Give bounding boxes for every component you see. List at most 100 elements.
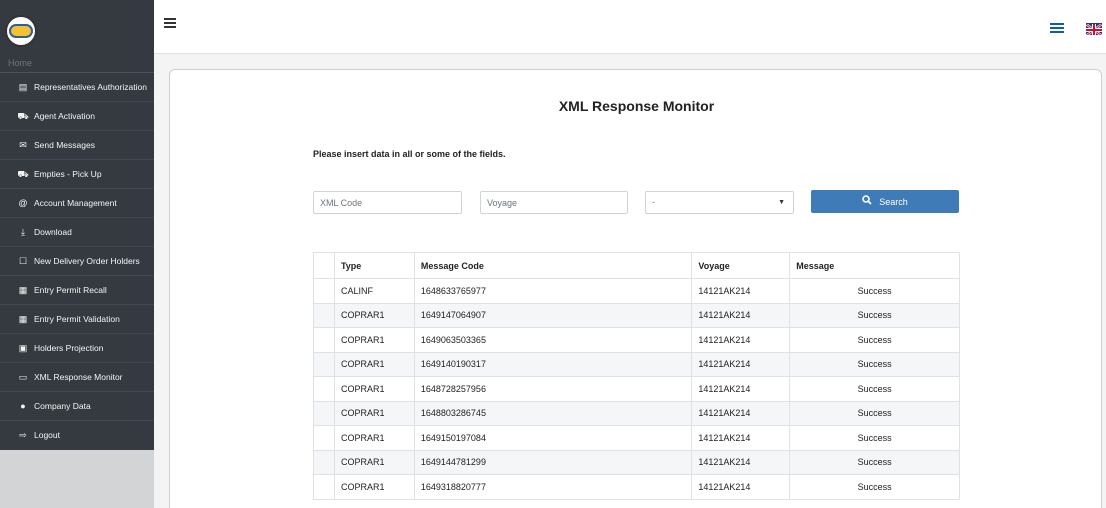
instructions-text: Please insert data in all or some of the…	[313, 149, 506, 159]
table-row[interactable]: COPRAR1 1649063503365 14121AK214 Success	[313, 327, 960, 353]
cell-message: Success	[789, 474, 960, 500]
voyage-input[interactable]	[480, 191, 628, 214]
cell-message: Success	[789, 327, 960, 353]
row-select-cell[interactable]	[313, 302, 335, 328]
gr-flag-icon[interactable]	[1050, 23, 1064, 35]
id-card-icon: ▤	[18, 81, 28, 92]
row-select-cell[interactable]	[313, 474, 335, 500]
table-row[interactable]: COPRAR1 1649144781299 14121AK214 Success	[313, 449, 960, 475]
row-select-cell[interactable]	[313, 351, 335, 377]
cell-message-code: 1649140190317	[413, 351, 693, 377]
h-square-icon: ▣	[18, 342, 28, 353]
type-select-value: -	[652, 197, 655, 207]
sidebar-item-label: Account Management	[34, 198, 117, 208]
cell-type: COPRAR1	[333, 474, 415, 500]
sidebar-item-label: Logout	[34, 430, 60, 440]
xml-code-input[interactable]	[313, 191, 462, 214]
app: Home ▤ Representatives Authorization ⛟ Agen…	[0, 0, 1106, 508]
header-voyage[interactable]: Voyage	[691, 252, 791, 279]
sidebar-item-11[interactable]: ● Company Data	[0, 391, 154, 420]
sidebar-item-3[interactable]: ⛟ Empties - Pick Up	[0, 159, 154, 188]
header-message[interactable]: Message	[789, 252, 960, 279]
truck-icon: ⛟	[17, 168, 29, 179]
sidebar-item-0[interactable]: ▤ Representatives Authorization	[0, 72, 154, 101]
row-select-cell[interactable]	[313, 278, 335, 304]
table-body: CALINF 1648633765977 14121AK214 Success COPR…	[313, 278, 960, 500]
sidebar-item-label: Holders Projection	[34, 343, 104, 353]
caret-down-icon: ▼	[778, 199, 785, 206]
sidebar-item-label: Agent Activation	[34, 111, 95, 121]
cell-voyage: 14121AK214	[691, 376, 791, 402]
table-row[interactable]: COPRAR1 1649147064907 14121AK214 Success	[313, 302, 960, 328]
results-table: Type Message Code Voyage Message CALINF 1…	[313, 252, 960, 500]
sidebar-nav: ▤ Representatives Authorization ⛟ Agent Act…	[0, 72, 154, 449]
sidebar-item-10[interactable]: ▭ XML Response Monitor	[0, 362, 154, 391]
row-select-cell[interactable]	[313, 400, 335, 426]
sidebar-item-4[interactable]: @ Account Management	[0, 188, 154, 217]
page-title: XML Response Monitor	[558, 98, 715, 114]
sidebar-item-label: XML Response Monitor	[34, 372, 123, 382]
sidebar-item-label: Entry Permit Validation	[34, 314, 120, 324]
header-message-code[interactable]: Message Code	[413, 252, 693, 279]
sidebar-item-1[interactable]: ⛟ Agent Activation	[0, 101, 154, 130]
row-select-cell[interactable]	[313, 425, 335, 451]
cell-message-code: 1649150197084	[413, 425, 693, 451]
cell-message: Success	[789, 278, 960, 304]
cell-message-code: 1648728257956	[413, 376, 693, 402]
sidebar-item-label: Representatives Authorization	[34, 82, 147, 92]
search-button[interactable]: Search	[811, 190, 959, 213]
sidebar-item-5[interactable]: ⤓ Download	[0, 217, 154, 246]
table-row[interactable]: COPRAR1 1649140190317 14121AK214 Success	[313, 351, 960, 377]
row-select-cell[interactable]	[313, 327, 335, 353]
sidebar-item-9[interactable]: ▣ Holders Projection	[0, 333, 154, 362]
sidebar-item-2[interactable]: ✉ Send Messages	[0, 130, 154, 159]
sidebar-item-label: Send Messages	[34, 140, 95, 150]
cell-voyage: 14121AK214	[691, 327, 791, 353]
main-card: XML Response Monitor Please insert data …	[169, 69, 1102, 508]
table-row[interactable]: CALINF 1648633765977 14121AK214 Success	[313, 278, 960, 304]
cell-type: COPRAR1	[333, 327, 415, 353]
row-select-cell[interactable]	[313, 376, 335, 402]
cell-message-code: 1648633765977	[413, 278, 693, 304]
type-select[interactable]: - ▼	[645, 191, 794, 214]
table-row[interactable]: COPRAR1 1648728257956 14121AK214 Success	[313, 376, 960, 402]
cell-voyage: 14121AK214	[691, 449, 791, 475]
info-circle-icon: ●	[20, 400, 26, 411]
cell-voyage: 14121AK214	[691, 278, 791, 304]
uk-flag-icon[interactable]	[1086, 23, 1102, 35]
cell-message: Success	[789, 400, 960, 426]
cell-type: COPRAR1	[333, 302, 415, 328]
cell-message-code: 1649147064907	[413, 302, 693, 328]
cell-type: COPRAR1	[333, 449, 415, 475]
home-link[interactable]: Home	[8, 58, 32, 68]
cell-voyage: 14121AK214	[691, 302, 791, 328]
square-icon: ☐	[18, 255, 28, 266]
hamburger-icon[interactable]	[164, 18, 176, 28]
uk-flag-graphic	[1086, 23, 1102, 35]
cell-message-code: 1649318820777	[413, 474, 693, 500]
download-icon: ⤓	[21, 226, 25, 237]
table-row[interactable]: COPRAR1 1649150197084 14121AK214 Success	[313, 425, 960, 451]
row-select-cell[interactable]	[313, 449, 335, 475]
cell-message: Success	[789, 449, 960, 475]
logout-icon: ⇨	[19, 429, 27, 440]
sidebar-item-label: Download	[34, 227, 72, 237]
sidebar-item-8[interactable]: ▦ Entry Permit Validation	[0, 304, 154, 333]
cell-message: Success	[789, 376, 960, 402]
cell-message: Success	[789, 302, 960, 328]
cell-type: COPRAR1	[333, 400, 415, 426]
cell-message-code: 1649144781299	[413, 449, 693, 475]
cell-message-code: 1649063503365	[413, 327, 693, 353]
cell-message-code: 1648803286745	[413, 400, 693, 426]
company-logo[interactable]	[5, 15, 37, 47]
cell-type: COPRAR1	[333, 351, 415, 377]
sidebar-item-7[interactable]: ▦ Entry Permit Recall	[0, 275, 154, 304]
table-row[interactable]: COPRAR1 1649318820777 14121AK214 Success	[313, 474, 960, 500]
sidebar-item-12[interactable]: ⇨ Logout	[0, 420, 154, 449]
cell-type: CALINF	[333, 278, 415, 304]
sidebar: Home ▤ Representatives Authorization ⛟ Agen…	[0, 0, 154, 508]
cell-type: COPRAR1	[333, 376, 415, 402]
table-row[interactable]: COPRAR1 1648803286745 14121AK214 Success	[313, 400, 960, 426]
sidebar-item-6[interactable]: ☐ New Delivery Order Holders	[0, 246, 154, 275]
header-type[interactable]: Type	[333, 252, 415, 279]
